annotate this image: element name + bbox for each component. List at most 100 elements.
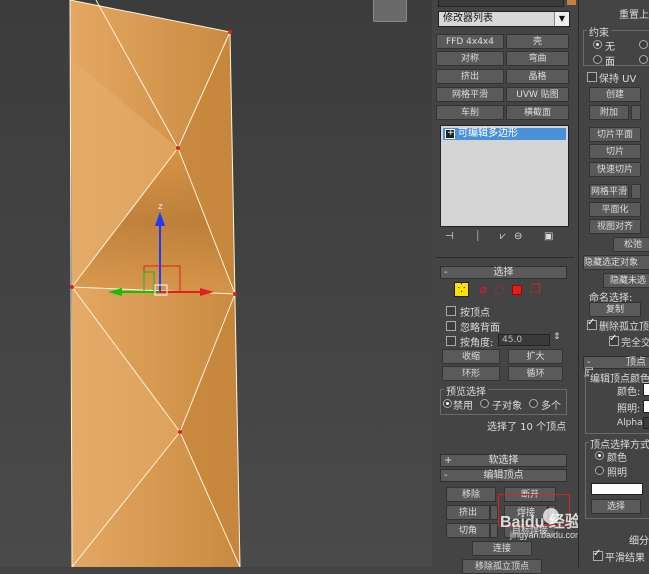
polygon-mesh[interactable] [69, 0, 241, 567]
delete-isolated-checkbox[interactable] [587, 317, 597, 330]
polygon-mode-icon[interactable] [512, 285, 522, 295]
attach-button[interactable]: 附加 [589, 105, 629, 120]
ignore-backfacing-label: 忽略背面 [460, 323, 500, 334]
select-by-illumination-label: 照明 [607, 468, 627, 479]
extrude-button[interactable]: 挤出 [446, 505, 490, 520]
object-name-field[interactable] [438, 0, 564, 7]
chevron-down-icon[interactable]: ▼ [554, 12, 569, 26]
mod-btn-lathe[interactable]: 车削 [436, 105, 504, 120]
mod-btn-bend[interactable]: 弯曲 [506, 51, 569, 66]
select-by-color-radio[interactable] [595, 451, 604, 460]
pin-stack-icon[interactable]: ⊣ [445, 231, 454, 242]
mod-btn-extrude[interactable]: 挤出 [436, 69, 504, 84]
by-vertex-checkbox[interactable] [446, 306, 456, 316]
delete-isolated-label: 删除孤立顶 [599, 322, 649, 333]
select-color-swatch[interactable] [591, 483, 643, 495]
meshsmooth-button[interactable]: 网格平滑 [589, 184, 629, 199]
slice-button[interactable]: 切片 [589, 144, 641, 159]
configure-sets-icon[interactable]: ▣ [544, 231, 553, 242]
meshsmooth-settings-button[interactable] [631, 184, 641, 199]
viewport[interactable]: z [0, 0, 432, 567]
viewport-canvas [69, 0, 241, 567]
soft-selection-rollout-header[interactable]: + 软选择 [440, 454, 567, 467]
create-button[interactable]: 创建 [589, 87, 641, 102]
planarize-button[interactable]: 平面化 [589, 202, 641, 217]
illumination-swatch[interactable] [643, 400, 649, 413]
watermark-url: jingyan.baidu.com [510, 530, 583, 540]
angle-input[interactable]: 45.0 [498, 334, 550, 346]
border-mode-icon[interactable]: ◌ [492, 283, 507, 298]
copy-button[interactable]: 复制 [589, 302, 641, 317]
ring-button[interactable]: 环形 [442, 366, 500, 381]
select-button[interactable]: 选择 [591, 499, 641, 514]
mod-btn-shell[interactable]: 壳 [506, 34, 569, 49]
select-by-illumination-radio[interactable] [595, 466, 604, 475]
modifier-list-label: 修改器列表 [443, 13, 493, 24]
vertex-properties-header[interactable]: -顶点属 [583, 356, 649, 379]
show-end-result-icon[interactable]: ⏐ [475, 231, 481, 242]
expand-icon[interactable]: + [445, 128, 455, 139]
z-axis-label: z [158, 202, 163, 212]
modifier-list-dropdown[interactable]: 修改器列表 ▼ [438, 11, 570, 27]
vertex-color-swatch[interactable] [643, 383, 649, 396]
constraint-normal-radio[interactable] [639, 55, 648, 64]
quickslice-button[interactable]: 快速切片 [589, 162, 641, 177]
divider [436, 257, 574, 258]
watermark-brand: Baidu 经验 [500, 514, 581, 531]
preview-multiple-radio[interactable] [529, 399, 538, 408]
mod-btn-crosssection[interactable]: 横截面 [506, 105, 569, 120]
mod-btn-ffd[interactable]: FFD 4x4x4 [436, 34, 504, 49]
make-unique-icon[interactable]: ⩗ [500, 231, 506, 242]
extrude-settings-button[interactable] [490, 505, 498, 520]
ignore-backfacing-checkbox[interactable] [446, 321, 456, 331]
stack-toolbar: ⊣ ⏐ ⩗ ⊖ ▣ [442, 231, 567, 245]
stack-item[interactable]: + 可编辑多边形 [443, 128, 566, 140]
chamfer-settings-button[interactable] [490, 523, 498, 538]
spinner-icon[interactable]: ⇕ [553, 332, 561, 342]
modifier-stack[interactable]: + 可编辑多边形 [440, 125, 569, 227]
preview-subobject-radio[interactable] [480, 399, 489, 408]
chamfer-button[interactable]: 切角 [446, 523, 490, 538]
preview-off-label: 禁用 [453, 401, 473, 412]
full-interactivity-label: 完全交 [621, 338, 649, 349]
vertex-mode-button[interactable]: ⁛ [454, 282, 469, 297]
by-angle-checkbox[interactable] [446, 336, 456, 346]
illumination-label: 照明: [617, 404, 641, 415]
slice-plane-button[interactable]: 切片平面 [589, 127, 641, 142]
mod-btn-lattice[interactable]: 晶格 [506, 69, 569, 84]
constraint-edge-radio[interactable] [639, 40, 648, 49]
full-interactivity-checkbox[interactable] [609, 333, 619, 346]
selection-rollout-header[interactable]: - 选择 [440, 266, 567, 279]
view-align-button[interactable]: 视图对齐 [589, 219, 641, 234]
edge-mode-icon[interactable]: ⌀ [476, 283, 491, 298]
loop-button[interactable]: 循环 [508, 366, 563, 381]
soft-selection-title: 软选择 [488, 455, 519, 466]
mod-btn-uvw[interactable]: UVW 贴图 [506, 87, 569, 102]
shrink-button[interactable]: 收缩 [442, 349, 500, 364]
preview-off-radio[interactable] [443, 399, 452, 408]
object-color-swatch[interactable] [567, 0, 576, 5]
mod-btn-symmetry[interactable]: 对称 [436, 51, 504, 66]
remove-modifier-icon[interactable]: ⊖ [514, 231, 522, 242]
selection-status: 选择了 10 个顶点 [487, 422, 567, 433]
reset-plane-label[interactable]: 重置上 [619, 6, 649, 21]
color-label: 颜色: [617, 387, 641, 398]
by-angle-label: 按角度: [460, 338, 494, 349]
alpha-input[interactable] [643, 417, 649, 429]
element-mode-icon[interactable]: ❒ [528, 283, 543, 298]
alpha-label: Alpha: [617, 418, 646, 428]
mod-btn-meshsmooth[interactable]: 网格平滑 [436, 87, 504, 102]
constraint-face-radio[interactable] [593, 55, 602, 64]
smooth-result-checkbox[interactable] [593, 548, 603, 561]
preserve-uv-checkbox[interactable] [587, 72, 597, 82]
hide-unselected-button[interactable]: 隐藏未选 [603, 273, 649, 288]
constraint-none-radio[interactable] [593, 40, 602, 49]
hide-selected-button[interactable]: 隐藏选定对象 [583, 255, 649, 270]
preview-selection-title: 预览选择 [444, 383, 488, 398]
attach-list-button[interactable] [631, 105, 641, 120]
relax-button[interactable]: 松弛 [613, 237, 649, 252]
grow-button[interactable]: 扩大 [508, 349, 563, 364]
edit-vertices-rollout-header[interactable]: - 编辑顶点 [440, 469, 567, 482]
subdivision-title: 细分 [629, 536, 649, 547]
remove-button[interactable]: 移除 [446, 487, 496, 502]
